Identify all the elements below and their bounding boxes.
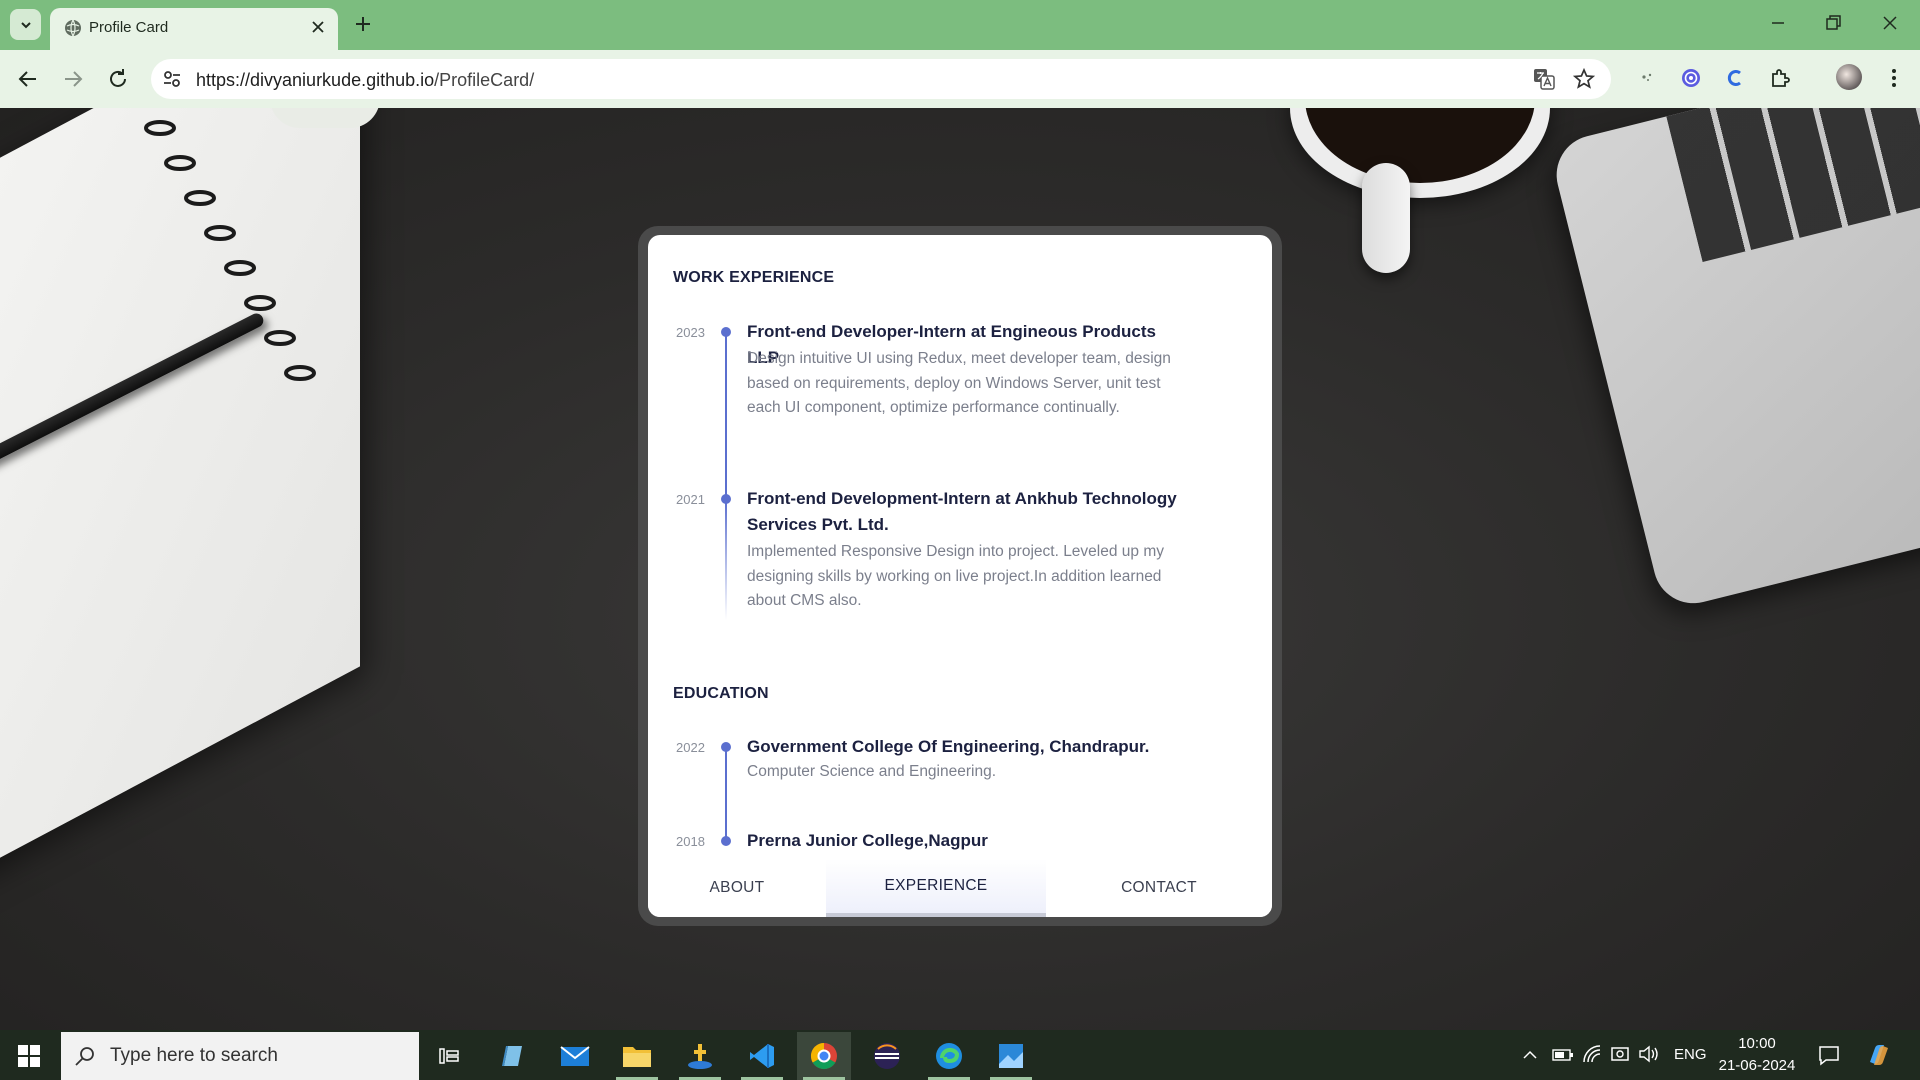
- translate-icon[interactable]: [1533, 68, 1555, 90]
- clock[interactable]: 10:00 21-06-2024: [1712, 1033, 1802, 1077]
- card-tab-bar: ABOUT EXPERIENCE CONTACT: [648, 859, 1272, 917]
- battery-icon[interactable]: [1552, 1048, 1574, 1062]
- window-close-icon[interactable]: [1880, 13, 1900, 33]
- education-heading: Prerna Junior College,Nagpur: [747, 831, 988, 850]
- photos-app-icon[interactable]: [984, 1032, 1038, 1080]
- taskbar-search-box[interactable]: Type here to search: [61, 1032, 419, 1080]
- education-heading: Government College Of Engineering, Chand…: [747, 737, 1150, 756]
- extensions-puzzle-icon[interactable]: [1769, 67, 1791, 89]
- clock-date: 21-06-2024: [1718, 1057, 1796, 1074]
- photos-glyph: [999, 1044, 1023, 1068]
- work-description: Implemented Responsive Design into proje…: [747, 543, 1165, 609]
- file-explorer-icon[interactable]: [610, 1032, 664, 1080]
- chevron-up-icon[interactable]: [1522, 1047, 1538, 1063]
- app-sync-icon[interactable]: [673, 1032, 727, 1080]
- restore-icon[interactable]: [1823, 13, 1843, 33]
- task-view-glyph: [439, 1048, 459, 1064]
- browser-tab[interactable]: Profile Card: [50, 8, 338, 50]
- mail-glyph: [560, 1046, 590, 1066]
- sync-glyph: [688, 1044, 712, 1069]
- tab-strip: Profile Card: [0, 0, 1920, 50]
- more-menu-icon[interactable]: [1891, 67, 1897, 89]
- work-description: Design intuitive UI using Redux, meet de…: [747, 350, 1171, 416]
- tab-about[interactable]: ABOUT: [648, 859, 826, 917]
- wifi-icon[interactable]: [1582, 1044, 1602, 1064]
- new-tab-icon[interactable]: [353, 14, 373, 34]
- education-description: Computer Science and Engineering.: [747, 763, 997, 780]
- work-experience-title: WORK EXPERIENCE: [673, 269, 835, 286]
- browser-toolbar: https://divyaniurkude.github.io/ProfileC…: [0, 50, 1920, 108]
- eclipse-icon[interactable]: [860, 1032, 914, 1080]
- chrome-glyph: [810, 1042, 837, 1070]
- edge-icon[interactable]: [922, 1032, 976, 1080]
- notebook-rings: [144, 120, 316, 381]
- back-arrow-icon[interactable]: [16, 67, 40, 91]
- notes-glyph: [502, 1046, 522, 1066]
- mail-app-icon[interactable]: [548, 1032, 602, 1080]
- edge-glyph: [936, 1043, 962, 1069]
- extension-sparkle-icon[interactable]: [1636, 67, 1658, 89]
- folder-glyph: [623, 1047, 651, 1067]
- extension-c-icon[interactable]: [1724, 67, 1746, 89]
- copilot-icon[interactable]: [1866, 1042, 1892, 1068]
- vscode-glyph: [750, 1044, 774, 1068]
- close-icon[interactable]: [310, 19, 326, 35]
- clock-time: 10:00: [1738, 1035, 1776, 1052]
- cup-handle-image: [1362, 163, 1410, 273]
- eclipse-glyph: [874, 1043, 900, 1069]
- timeline-line: [725, 500, 727, 620]
- tab-contact[interactable]: CONTACT: [1046, 859, 1272, 917]
- volume-icon[interactable]: [1638, 1045, 1660, 1063]
- language-indicator[interactable]: ENG: [1674, 1046, 1707, 1063]
- search-placeholder: Type here to search: [110, 1045, 278, 1066]
- profile-card-frame: WORK EXPERIENCE 2023 Front-end Developer…: [638, 226, 1282, 926]
- timeline-line: [725, 333, 727, 497]
- windows-taskbar: Type here to search ENG 10:00 21-06-2024: [0, 1030, 1920, 1080]
- chrome-icon[interactable]: [797, 1032, 851, 1080]
- search-icon: [75, 1047, 94, 1066]
- reload-icon[interactable]: [106, 67, 130, 91]
- windows-start-icon[interactable]: [18, 1045, 40, 1067]
- extension-target-icon[interactable]: [1680, 67, 1702, 89]
- address-bar[interactable]: https://divyaniurkude.github.io/ProfileC…: [151, 59, 1611, 99]
- work-year: 2021: [676, 492, 705, 507]
- tab-experience[interactable]: EXPERIENCE: [826, 859, 1046, 917]
- url-path: /ProfileCard/: [434, 70, 535, 90]
- tab-title: Profile Card: [89, 19, 169, 36]
- notification-icon[interactable]: [1818, 1044, 1840, 1066]
- tab-search-button[interactable]: [10, 9, 41, 40]
- bookmark-star-icon[interactable]: [1573, 68, 1595, 90]
- profile-card: WORK EXPERIENCE 2023 Front-end Developer…: [648, 235, 1272, 917]
- education-year: 2022: [676, 740, 705, 755]
- site-settings-icon[interactable]: [162, 69, 182, 89]
- url-text: https://divyaniurkude.github.io/ProfileC…: [196, 70, 534, 91]
- chevron-down-icon: [20, 21, 31, 28]
- timeline-line: [725, 748, 727, 842]
- minimize-icon[interactable]: [1768, 13, 1788, 33]
- education-title: EDUCATION: [673, 685, 769, 702]
- education-year: 2018: [676, 834, 705, 849]
- notes-app-icon[interactable]: [485, 1032, 539, 1080]
- profile-avatar[interactable]: [1836, 64, 1862, 90]
- vscode-icon[interactable]: [735, 1032, 789, 1080]
- device-icon[interactable]: [1610, 1044, 1630, 1064]
- url-host: https://divyaniurkude.github.io: [196, 70, 435, 90]
- timeline-dot: [721, 836, 731, 846]
- forward-arrow-icon[interactable]: [61, 67, 85, 91]
- globe-icon: [65, 19, 81, 37]
- work-year: 2023: [676, 325, 705, 340]
- task-view-icon[interactable]: [422, 1032, 476, 1080]
- page-background: WORK EXPERIENCE 2023 Front-end Developer…: [0, 108, 1920, 1030]
- work-heading: Front-end Development-Intern at Ankhub T…: [747, 489, 1177, 534]
